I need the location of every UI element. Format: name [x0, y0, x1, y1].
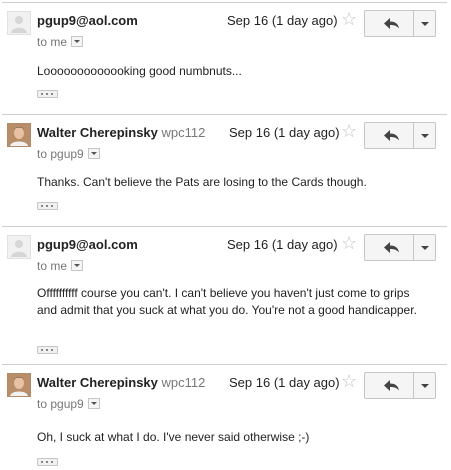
- sender-email-partial: wpc112: [161, 125, 206, 140]
- reply-arrow-icon: [384, 130, 399, 141]
- recipient-text: to me: [37, 35, 68, 49]
- recipient-line: to pgup9: [37, 397, 100, 411]
- show-trimmed-content-icon[interactable]: [37, 202, 58, 210]
- star-icon[interactable]: ☆: [341, 10, 357, 28]
- default-avatar-icon: [7, 11, 31, 35]
- message-body: Oh, I suck at what I do. I've never said…: [37, 430, 310, 444]
- reply-button[interactable]: [364, 372, 414, 399]
- recipient-text: to me: [37, 259, 68, 273]
- sender-name[interactable]: pgup9@aol.com: [37, 237, 138, 252]
- message-4: Walter Cherepinsky wpc112 to pgup9 Sep 1…: [0, 364, 451, 470]
- message-3: pgup9@aol.com to me Sep 16 (1 day ago) ☆…: [0, 226, 451, 362]
- reply-button[interactable]: [364, 122, 414, 149]
- message-divider: [2, 114, 447, 115]
- default-avatar-icon: [7, 235, 31, 259]
- sender-name[interactable]: Walter Cherepinsky wpc112: [37, 125, 205, 140]
- sender-name[interactable]: pgup9@aol.com: [37, 13, 138, 28]
- message-date: Sep 16 (1 day ago): [227, 13, 338, 28]
- reply-arrow-icon: [384, 380, 399, 391]
- message-date: Sep 16 (1 day ago): [227, 237, 338, 252]
- reply-arrow-icon: [384, 18, 399, 29]
- recipient-line: to me: [37, 35, 84, 49]
- sender-name-text[interactable]: Walter Cherepinsky: [37, 125, 158, 140]
- more-options-button[interactable]: [413, 234, 436, 261]
- star-icon[interactable]: ☆: [341, 122, 357, 140]
- reply-arrow-icon: [384, 242, 399, 253]
- recipient-text: to pgup9: [37, 397, 84, 411]
- sender-name-text[interactable]: pgup9@aol.com: [37, 237, 138, 252]
- show-trimmed-content-icon[interactable]: [37, 346, 58, 354]
- reply-button[interactable]: [364, 234, 414, 261]
- small-dropdown-icon[interactable]: [87, 398, 100, 409]
- message-divider: [2, 364, 447, 365]
- sender-name[interactable]: Walter Cherepinsky wpc112: [37, 375, 205, 390]
- show-trimmed-content-icon[interactable]: [37, 90, 58, 98]
- star-icon[interactable]: ☆: [341, 234, 357, 252]
- show-trimmed-content-icon[interactable]: [37, 458, 58, 466]
- small-dropdown-icon[interactable]: [87, 148, 100, 159]
- message-1: pgup9@aol.com to me Sep 16 (1 day ago) ☆…: [0, 2, 451, 112]
- message-body: Looooooooooooking good numbnuts...: [37, 64, 242, 78]
- message-2: Walter Cherepinsky wpc112 to pgup9 Sep 1…: [0, 114, 451, 224]
- more-options-button[interactable]: [413, 372, 436, 399]
- sender-name-text[interactable]: pgup9@aol.com: [37, 13, 138, 28]
- more-options-button[interactable]: [413, 122, 436, 149]
- photo-avatar[interactable]: [7, 373, 31, 397]
- reply-button[interactable]: [364, 10, 414, 37]
- message-date: Sep 16 (1 day ago): [227, 375, 340, 390]
- message-body: Thanks. Can't believe the Pats are losin…: [37, 175, 367, 189]
- recipient-line: to pgup9: [37, 147, 100, 161]
- recipient-text: to pgup9: [37, 147, 84, 161]
- message-divider: [2, 2, 447, 3]
- recipient-line: to me: [37, 259, 84, 273]
- photo-avatar[interactable]: [7, 123, 31, 147]
- message-divider: [2, 226, 447, 227]
- sender-name-text[interactable]: Walter Cherepinsky: [37, 375, 158, 390]
- small-dropdown-icon[interactable]: [71, 36, 84, 47]
- message-date: Sep 16 (1 day ago): [227, 125, 340, 140]
- sender-email-partial: wpc112: [161, 375, 206, 390]
- small-dropdown-icon[interactable]: [71, 260, 84, 271]
- star-icon[interactable]: ☆: [341, 372, 357, 390]
- more-options-button[interactable]: [413, 10, 436, 37]
- message-body: Offffffffff course you can't. I can't be…: [37, 286, 417, 317]
